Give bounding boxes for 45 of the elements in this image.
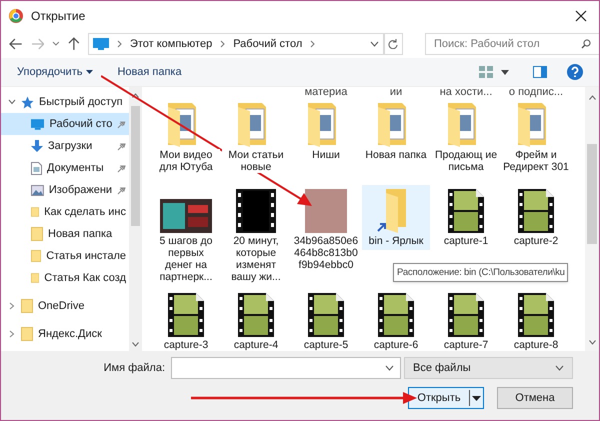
sidebar-item[interactable]: Новая папка — [1, 223, 129, 245]
sidebar-item[interactable]: Статья инстале — [1, 245, 129, 267]
file-item[interactable]: Новая папка — [362, 99, 430, 164]
sidebar-item[interactable]: Быстрый доступ — [1, 91, 129, 113]
file-label: ии — [388, 87, 404, 99]
file-item[interactable]: Фрейм и Редирект 301 — [502, 99, 570, 176]
breadcrumb-item[interactable]: Этот компьютер — [130, 36, 212, 52]
organize-menu-button[interactable]: Упорядочить — [17, 64, 94, 80]
file-item[interactable]: Ниши — [292, 99, 360, 164]
tooltip: Расположение: bin (C:\Пользователи\ku — [393, 263, 568, 282]
file-item[interactable]: Мои видео для Ютуба — [152, 99, 220, 176]
file-item[interactable]: capture-4 — [222, 289, 290, 351]
file-item[interactable]: Продающ ие письма — [432, 99, 500, 176]
sidebar-item[interactable]: Изображени — [1, 179, 129, 201]
sidebar-item[interactable]: Статья Как созд — [1, 267, 129, 289]
window-title: Открытие — [31, 8, 86, 24]
address-bar[interactable]: Этот компьютер Рабочий стол — [88, 33, 384, 55]
open-split-button[interactable]: Открыть — [408, 387, 484, 409]
file-item[interactable]: Мои статьи новые — [222, 99, 290, 176]
file-item[interactable]: capture-2 — [502, 185, 570, 250]
filename-label: Имя файла: — [104, 360, 165, 376]
sidebar-item[interactable]: OneDrive — [1, 295, 129, 317]
sidebar-item[interactable]: Как сделать инс — [1, 201, 129, 223]
breadcrumb-item[interactable]: Рабочий стол — [233, 36, 302, 52]
search-field[interactable]: Поиск: Рабочий стол — [425, 33, 599, 55]
file-item[interactable]: 5 шагов до первых денег на партнерк... — [152, 185, 220, 286]
file-item[interactable]: 34b96a850e6464b8c813b0f9b94ebbc0 — [292, 185, 360, 274]
file-item[interactable]: capture-3 — [152, 289, 220, 351]
file-item[interactable]: 20 минут, которые изменят вашу жи... — [222, 185, 290, 286]
sidebar-item[interactable]: Документы — [1, 157, 129, 179]
file-item[interactable]: bin - Ярлык — [362, 185, 430, 250]
file-label: материа — [304, 87, 348, 99]
cancel-button[interactable]: Отмена — [497, 387, 573, 409]
new-folder-button[interactable]: Новая папка — [117, 64, 182, 80]
file-item[interactable]: capture-6 — [362, 289, 430, 351]
file-item[interactable]: capture-5 — [292, 289, 360, 351]
sidebar-item[interactable]: Рабочий сто — [1, 113, 129, 135]
file-item[interactable]: capture-1 — [432, 185, 500, 250]
file-item[interactable]: capture-8 — [502, 289, 570, 351]
file-type-dropdown[interactable]: Все файлы — [404, 357, 573, 379]
file-label: о подпис... — [508, 87, 564, 99]
file-item[interactable]: capture-7 — [432, 289, 500, 351]
sidebar-item[interactable]: Яндекс.Диск — [1, 323, 129, 345]
sidebar-item[interactable]: Загрузки — [1, 135, 129, 157]
file-label: на хости... — [438, 87, 494, 99]
